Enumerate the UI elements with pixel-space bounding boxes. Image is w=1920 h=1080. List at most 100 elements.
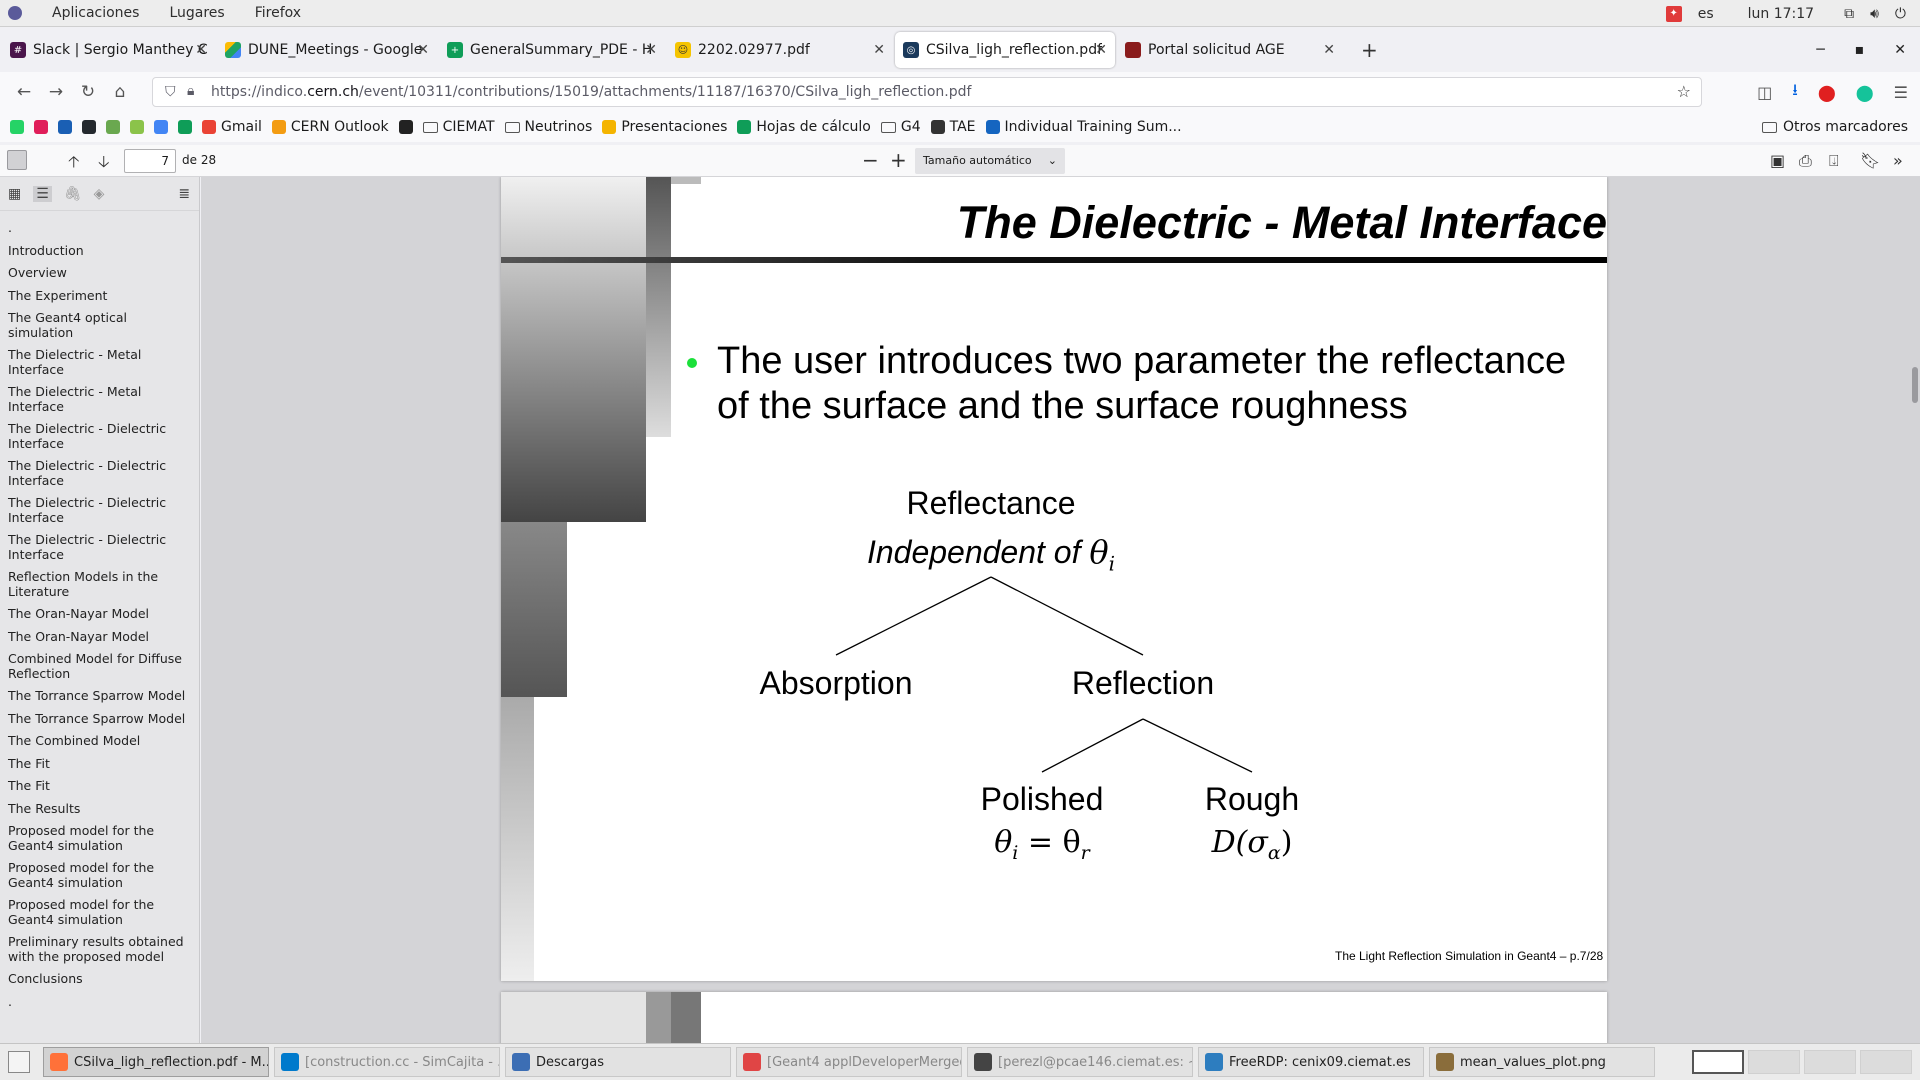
forward-button[interactable]: →: [40, 82, 72, 102]
bookmark-item[interactable]: Hojas de cálculo: [737, 119, 871, 135]
bookmark-item[interactable]: G4: [880, 119, 921, 135]
tab-general-summary[interactable]: + GeneralSummary_PDE - H ✕: [439, 32, 665, 68]
back-button[interactable]: ←: [8, 82, 40, 102]
workspace-1[interactable]: [1692, 1050, 1744, 1074]
outline-item[interactable]: The Oran-Nayar Model: [8, 626, 191, 649]
outline-item[interactable]: The Dielectric - Dielectric Interface: [8, 529, 191, 566]
grammarly-icon[interactable]: ⬤: [1856, 83, 1874, 102]
other-bookmarks[interactable]: Otros marcadores: [1761, 112, 1908, 142]
tab-portal-age[interactable]: Portal solicitud AGE ✕: [1117, 32, 1343, 68]
bookmark-item[interactable]: [58, 120, 72, 134]
pdf-viewer[interactable]: The Dielectric - Metal Interface The use…: [201, 177, 1920, 1043]
network-icon[interactable]: ⧉: [1844, 6, 1854, 22]
taskbar-window-button[interactable]: [Geant4 applDeveloperMerged...: [736, 1047, 962, 1077]
close-icon[interactable]: ✕: [873, 42, 885, 58]
taskbar-window-button[interactable]: FreeRDP: cenix09.ciemat.es: [1198, 1047, 1424, 1077]
page-number-input[interactable]: 7: [124, 149, 176, 173]
maximize-button[interactable]: ▪: [1855, 42, 1865, 58]
bookmark-item[interactable]: [130, 120, 144, 134]
taskbar-window-button[interactable]: Descargas: [505, 1047, 731, 1077]
bookmark-item[interactable]: [178, 120, 192, 134]
keyboard-language[interactable]: es: [1698, 6, 1714, 22]
bookmark-item[interactable]: [398, 120, 413, 134]
outline-item[interactable]: The Experiment: [8, 285, 191, 308]
outline-item[interactable]: Overview: [8, 262, 191, 285]
reload-button[interactable]: ↻: [72, 82, 104, 102]
outline-item[interactable]: Proposed model for the Geant4 simulation: [8, 857, 191, 894]
outline-item[interactable]: Introduction: [8, 240, 191, 263]
close-icon[interactable]: ✕: [195, 42, 207, 58]
close-icon[interactable]: ✕: [1095, 42, 1107, 58]
zoom-select[interactable]: Tamaño automático ⌄: [915, 148, 1065, 174]
lock-icon[interactable]: 🔒︎: [187, 83, 194, 99]
outline-item[interactable]: The Torrance Sparrow Model: [8, 708, 191, 731]
vertical-scrollbar[interactable]: [1912, 367, 1918, 403]
next-page-icon[interactable]: 🡣: [98, 151, 110, 178]
bookmark-item[interactable]: [106, 120, 120, 134]
outline-item[interactable]: Preliminary results obtained with the pr…: [8, 931, 191, 968]
close-window-button[interactable]: ✕: [1894, 42, 1906, 58]
outline-item[interactable]: The Fit: [8, 775, 191, 798]
new-tab-button[interactable]: +: [1361, 38, 1378, 62]
outline-item[interactable]: The Dielectric - Metal Interface: [8, 381, 191, 418]
outline-item[interactable]: Proposed model for the Geant4 simulation: [8, 894, 191, 931]
bookmark-item[interactable]: [154, 120, 168, 134]
zoom-out-button[interactable]: −: [862, 148, 879, 172]
outline-item[interactable]: The Geant4 optical simulation: [8, 307, 191, 344]
downloads-icon[interactable]: ⭳: [1792, 79, 1798, 106]
bookmark-item[interactable]: [10, 120, 24, 134]
sidebar-toggle-button[interactable]: [7, 150, 27, 170]
firefox-menu[interactable]: Firefox: [255, 5, 301, 21]
bookmark-item[interactable]: CERN Outlook: [271, 119, 389, 135]
outline-item[interactable]: Reflection Models in the Literature: [8, 566, 191, 603]
outline-item[interactable]: The Results: [8, 798, 191, 821]
volume-icon[interactable]: 🔊︎: [1870, 6, 1879, 22]
zoom-in-button[interactable]: +: [890, 148, 907, 172]
bookmark-icon[interactable]: 🔖︎: [1860, 151, 1880, 170]
outline-item[interactable]: The Combined Model: [8, 730, 191, 753]
current-outline-item-icon[interactable]: ≣: [178, 186, 190, 202]
bookmark-item[interactable]: Individual Training Sum...: [985, 119, 1182, 135]
applications-menu[interactable]: Aplicaciones: [52, 5, 139, 21]
workspace-3[interactable]: [1804, 1050, 1856, 1074]
taskbar-window-button[interactable]: mean_values_plot.png: [1429, 1047, 1655, 1077]
outline-item[interactable]: The Dielectric - Dielectric Interface: [8, 492, 191, 529]
show-desktop-icon[interactable]: [8, 1051, 30, 1073]
tab-slack[interactable]: # Slack | Sergio Manthey Co ✕: [2, 32, 215, 68]
outline-item[interactable]: The Dielectric - Dielectric Interface: [8, 418, 191, 455]
clock[interactable]: lun 17:17: [1748, 6, 1814, 22]
outline-item[interactable]: The Torrance Sparrow Model: [8, 685, 191, 708]
print-icon[interactable]: ⎙: [1799, 151, 1812, 171]
taskbar-window-button[interactable]: [perezl@pcae146.ciemat.es: ~]: [967, 1047, 1193, 1077]
tools-menu-icon[interactable]: »: [1893, 151, 1903, 170]
tab-arxiv-pdf[interactable]: ☺ 2202.02977.pdf ✕: [667, 32, 893, 68]
outline-item[interactable]: Combined Model for Diffuse Reflection: [8, 648, 191, 685]
pocket-icon[interactable]: ◫: [1757, 83, 1772, 102]
outline-item[interactable]: The Fit: [8, 753, 191, 776]
shield-icon[interactable]: ⛉: [165, 84, 176, 100]
places-menu[interactable]: Lugares: [169, 5, 224, 21]
bookmark-item[interactable]: Gmail: [202, 119, 262, 135]
taskbar-window-button[interactable]: [construction.cc - SimCajita - ...: [274, 1047, 500, 1077]
outline-item[interactable]: .: [8, 217, 191, 240]
app-menu-icon[interactable]: ☰: [1894, 83, 1908, 102]
workspace-2[interactable]: [1748, 1050, 1800, 1074]
url-text[interactable]: https://indico.cern.ch/event/10311/contr…: [211, 84, 971, 100]
outline-item[interactable]: The Oran-Nayar Model: [8, 603, 191, 626]
power-icon[interactable]: ⏻: [1895, 6, 1906, 22]
outline-item[interactable]: The Dielectric - Dielectric Interface: [8, 455, 191, 492]
bookmark-item[interactable]: [34, 120, 48, 134]
outline-item[interactable]: Conclusions: [8, 968, 191, 991]
close-icon[interactable]: ✕: [1323, 42, 1335, 58]
presentation-mode-icon[interactable]: ▣: [1770, 151, 1785, 170]
home-button[interactable]: ⌂: [104, 82, 136, 102]
notification-icon[interactable]: ✦: [1665, 5, 1682, 22]
outline-item[interactable]: The Dielectric - Metal Interface: [8, 344, 191, 381]
bookmark-item[interactable]: Neutrinos: [504, 119, 592, 135]
tab-csilva-pdf[interactable]: ◎ CSilva_ligh_reflection.pdf ✕: [895, 32, 1115, 68]
workspace-4[interactable]: [1860, 1050, 1912, 1074]
bookmark-item[interactable]: TAE: [930, 119, 976, 135]
bookmark-item[interactable]: [82, 120, 96, 134]
layers-icon[interactable]: ◈: [94, 186, 105, 202]
thumbnails-icon[interactable]: ▦: [8, 186, 21, 202]
